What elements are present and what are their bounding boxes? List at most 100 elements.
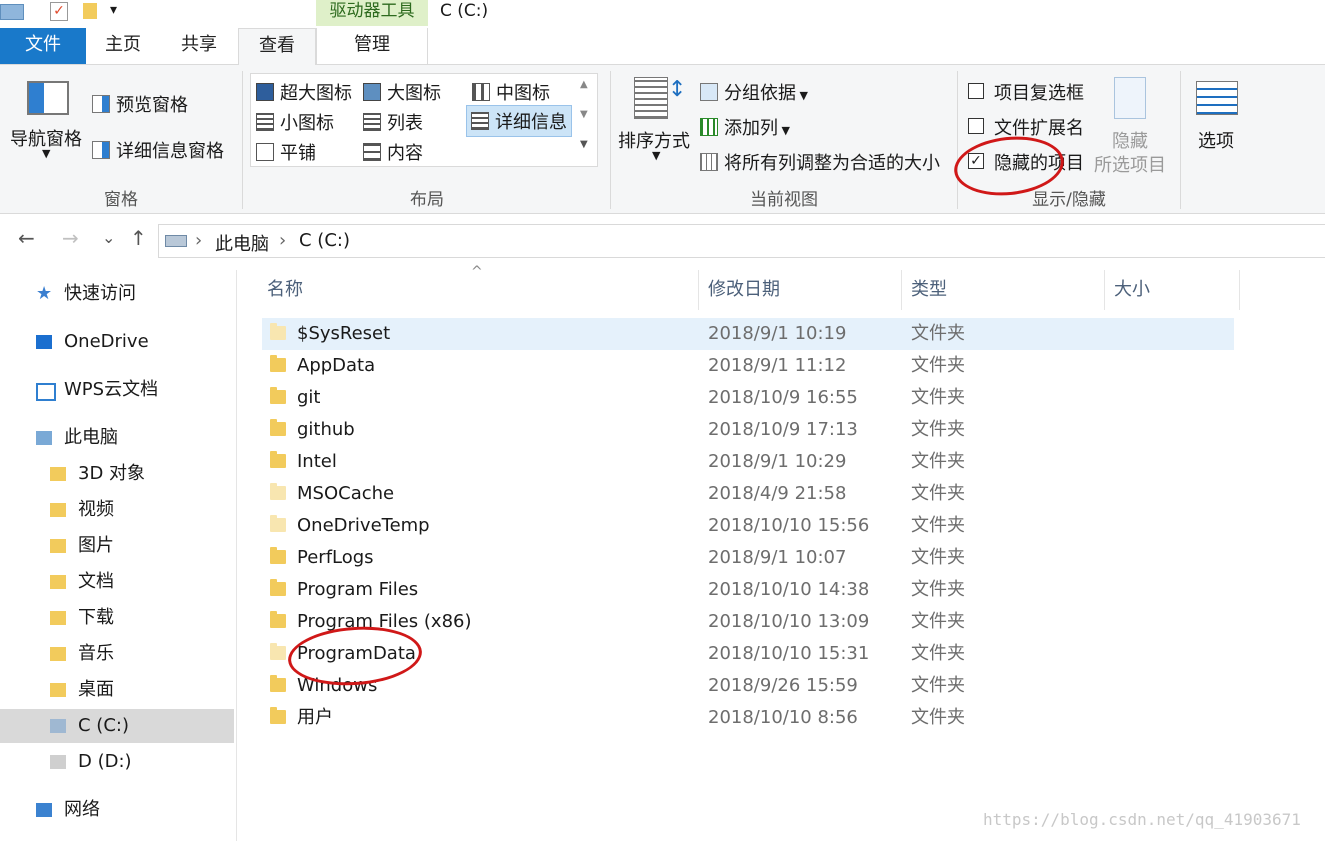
sort-by-button[interactable]: ↕ 排序方式 ▼ [616, 77, 696, 173]
up-icon[interactable]: ↑ [130, 226, 147, 250]
sidebar-item[interactable]: 音乐 [0, 637, 234, 671]
sidebar-item[interactable]: 图片 [0, 529, 234, 563]
column-header-size[interactable]: 大小 [1104, 270, 1240, 310]
layout-content-label: 内容 [387, 143, 423, 164]
sidebar-item[interactable]: 此电脑 [0, 421, 234, 455]
sidebar-item[interactable]: 网络 [0, 793, 234, 827]
file-name: Intel [297, 451, 337, 472]
column-header-name[interactable]: 名称 [257, 270, 699, 310]
column-headers: ^ 名称 修改日期 类型 大小 [237, 264, 1325, 310]
file-row[interactable]: ProgramData 2018/10/10 15:31 文件夹 [262, 638, 1234, 670]
file-row[interactable]: Program Files 2018/10/10 14:38 文件夹 [262, 574, 1234, 606]
file-date: 2018/9/1 10:07 [708, 547, 847, 568]
sidebar-item-label: 网络 [64, 799, 100, 820]
tab-view[interactable]: 查看 [238, 28, 316, 66]
file-type: 文件夹 [911, 419, 965, 440]
size-all-columns-button[interactable]: 将所有列调整为合适的大小 [700, 149, 940, 175]
properties-checkmark-icon[interactable]: ✓ [50, 2, 68, 21]
sidebar-item-label: 图片 [78, 535, 114, 556]
layout-content[interactable]: 内容 [363, 139, 423, 165]
content-icon [363, 143, 381, 161]
layout-tiles[interactable]: 平铺 [256, 139, 316, 165]
tab-file[interactable]: 文件 [0, 28, 86, 64]
navigation-pane-icon [27, 81, 69, 115]
layout-large-icons[interactable]: 大图标 [363, 79, 441, 105]
drive-icon[interactable] [0, 4, 24, 20]
column-header-type[interactable]: 类型 [901, 270, 1105, 310]
hide-selected-items-button[interactable]: 隐藏 所选项目 [1092, 75, 1172, 179]
recent-locations-icon[interactable]: ⌄ [102, 228, 115, 247]
tab-home[interactable]: 主页 [86, 28, 160, 64]
address-bar[interactable]: › 此电脑 › C (C:) [158, 224, 1325, 258]
sidebar-item[interactable]: 文档 [0, 565, 234, 599]
sidebar-item[interactable]: WPS云文档 [0, 373, 234, 407]
navigation-pane-button[interactable]: 导航窗格 ▼ [10, 81, 88, 171]
tab-share[interactable]: 共享 [160, 28, 238, 64]
layout-list[interactable]: 列表 [363, 109, 423, 135]
file-row[interactable]: Windows 2018/9/26 15:59 文件夹 [262, 670, 1234, 702]
breadcrumb-c-drive[interactable]: C (C:) [299, 230, 350, 251]
options-icon [1196, 81, 1238, 115]
folder-icon [270, 707, 286, 724]
layout-small-icons[interactable]: 小图标 [256, 109, 334, 135]
hidden-items-label[interactable]: 隐藏的项目 [994, 149, 1084, 175]
file-date: 2018/10/10 13:09 [708, 611, 870, 632]
sidebar-item[interactable]: 下载 [0, 601, 234, 635]
window-title: C (C:) [440, 1, 489, 21]
group-label-layout: 布局 [410, 190, 444, 210]
back-icon[interactable]: ← [18, 226, 35, 250]
layout-medium-icons[interactable]: 中图标 [472, 79, 550, 105]
file-row[interactable]: 用户 2018/10/10 8:56 文件夹 [262, 702, 1234, 734]
group-by-icon [700, 83, 718, 101]
breadcrumb-this-pc[interactable]: 此电脑 [215, 230, 269, 256]
file-row[interactable]: github 2018/10/9 17:13 文件夹 [262, 414, 1234, 446]
layout-extra-large-icons[interactable]: 超大图标 [256, 79, 352, 105]
file-name: AppData [297, 355, 376, 376]
file-row[interactable]: Intel 2018/9/1 10:29 文件夹 [262, 446, 1234, 478]
file-row[interactable]: $SysReset 2018/9/1 10:19 文件夹 [262, 318, 1234, 350]
sidebar-item[interactable]: 3D 对象 [0, 457, 234, 491]
new-folder-icon[interactable] [83, 3, 97, 19]
add-columns-button[interactable]: 添加列 ▼ [700, 114, 790, 140]
file-type: 文件夹 [911, 611, 965, 632]
sidebar-item[interactable]: 视频 [0, 493, 234, 527]
file-row[interactable]: PerfLogs 2018/9/1 10:07 文件夹 [262, 542, 1234, 574]
navigation-bar: ← → ⌄ ↑ › 此电脑 › C (C:) [0, 220, 1325, 260]
sidebar-item[interactable]: 桌面 [0, 673, 234, 707]
file-extensions-label[interactable]: 文件扩展名 [994, 114, 1084, 140]
customize-toolbar-chevron-icon[interactable]: ▾ [110, 2, 117, 18]
details-pane-button[interactable]: 详细信息窗格 [92, 137, 224, 163]
layout-details[interactable]: 详细信息 [466, 105, 572, 137]
tab-manage[interactable]: 管理 [316, 28, 428, 65]
sidebar-item[interactable]: OneDrive [0, 325, 234, 359]
gallery-more-icon[interactable]: ▼ [580, 139, 588, 150]
forward-icon[interactable]: → [62, 226, 79, 250]
file-row[interactable]: git 2018/10/9 16:55 文件夹 [262, 382, 1234, 414]
file-date: 2018/10/10 15:31 [708, 643, 870, 664]
hide-selected-icon [1114, 77, 1146, 119]
folder-icon [270, 355, 286, 372]
column-header-date[interactable]: 修改日期 [698, 270, 902, 310]
preview-pane-button[interactable]: 预览窗格 [92, 91, 188, 117]
star-icon: ★ [36, 283, 53, 304]
folder-video-icon [50, 503, 66, 517]
options-button[interactable]: 选项 [1190, 79, 1246, 159]
file-row[interactable]: AppData 2018/9/1 11:12 文件夹 [262, 350, 1234, 382]
hidden-items-checkbox[interactable]: ✓ [968, 153, 984, 169]
sidebar-item-label: C (C:) [78, 715, 129, 736]
sidebar-item[interactable]: D (D:) [0, 745, 234, 779]
dropdown-arrow-icon: ▼ [42, 147, 51, 160]
file-row[interactable]: MSOCache 2018/4/9 21:58 文件夹 [262, 478, 1234, 510]
file-row[interactable]: Program Files (x86) 2018/10/10 13:09 文件夹 [262, 606, 1234, 638]
item-checkboxes-label[interactable]: 项目复选框 [994, 79, 1084, 105]
gallery-scroll-up-icon[interactable]: ▲ [580, 79, 588, 90]
folder-icon [270, 419, 286, 436]
sidebar-item[interactable]: ★ 快速访问 [0, 277, 234, 311]
sidebar-item[interactable]: C (C:) [0, 709, 234, 743]
sidebar-item-label: D (D:) [78, 751, 132, 772]
group-by-button[interactable]: 分组依据 ▼ [700, 79, 808, 105]
gallery-scroll-down-icon[interactable]: ▼ [580, 109, 588, 120]
file-extensions-checkbox[interactable] [968, 118, 984, 134]
item-checkboxes-checkbox[interactable] [968, 83, 984, 99]
file-row[interactable]: OneDriveTemp 2018/10/10 15:56 文件夹 [262, 510, 1234, 542]
